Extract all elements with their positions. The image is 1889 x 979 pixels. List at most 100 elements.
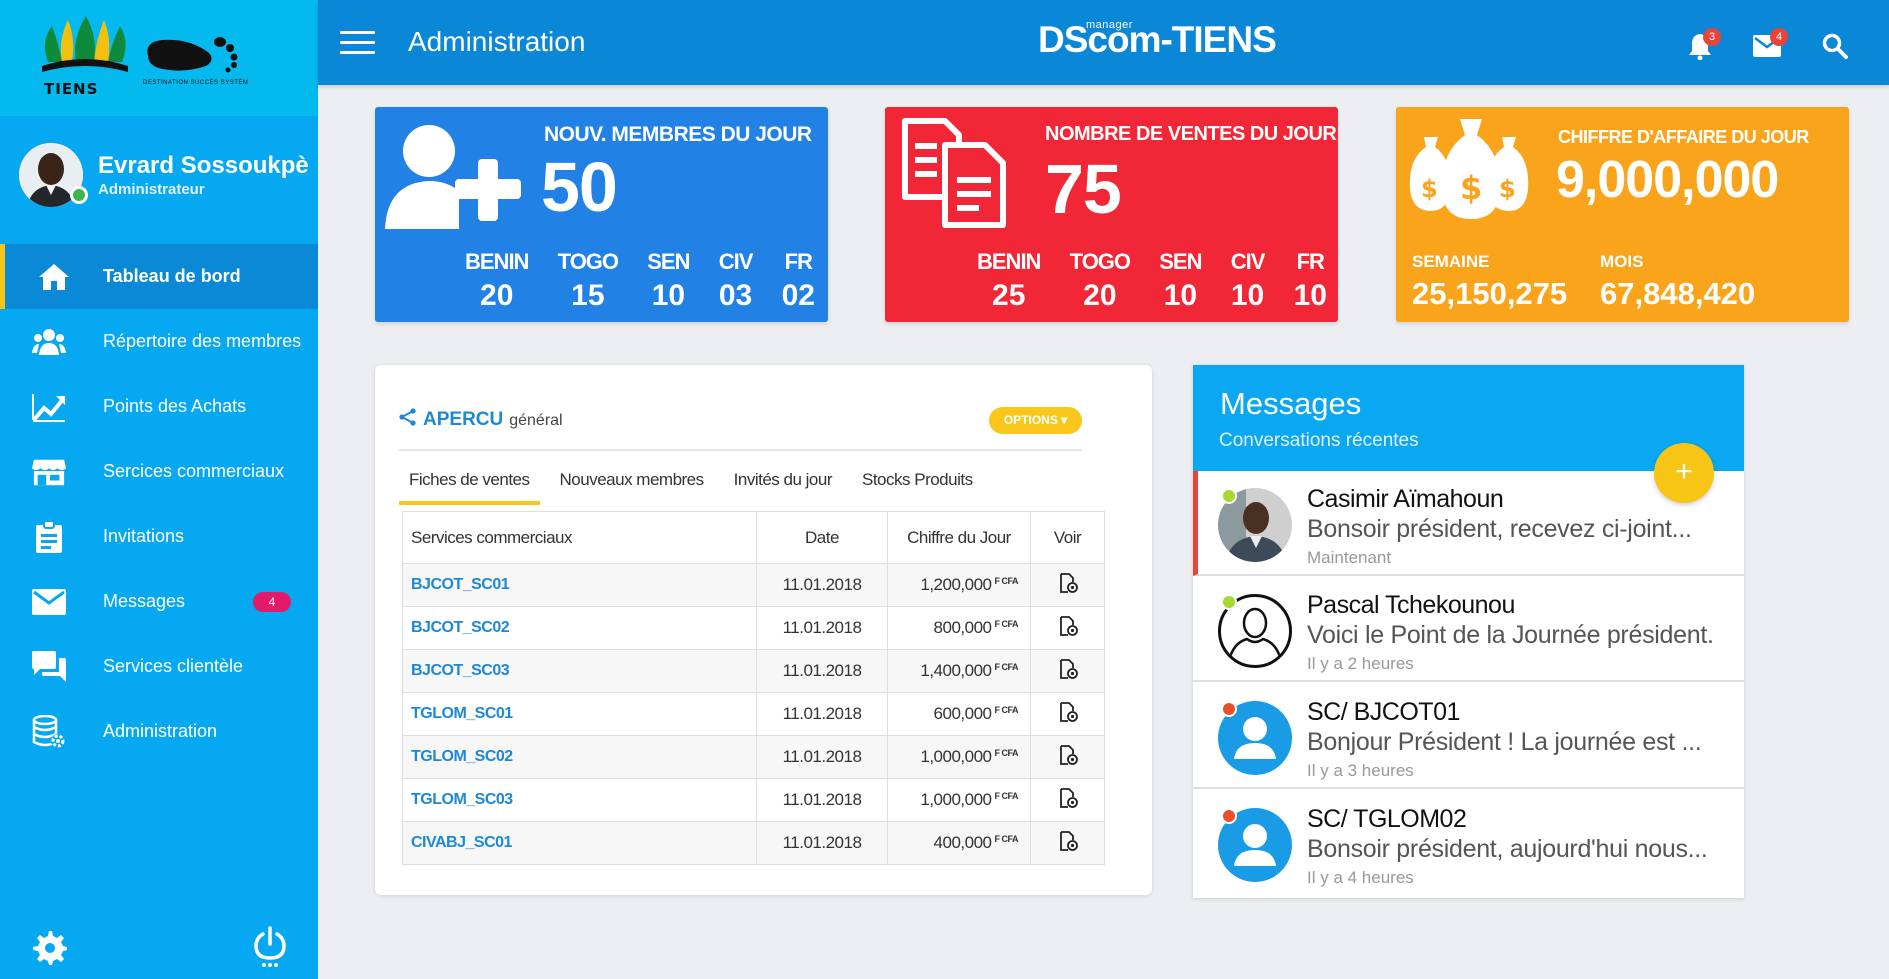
amount-cell: 800,000 F CFA [887,606,1031,650]
share-icon [399,408,416,426]
app-brand: DScom-TIENS [1038,19,1277,60]
message-time: Il y a 4 heures [1307,868,1414,887]
amount-cell: 600,000 F CFA [887,692,1031,736]
database-gear-icon [32,714,66,749]
column-header: Services commerciaux [402,511,757,564]
date-cell: 11.01.2018 [756,735,888,779]
sidebar-item-label: Tableau de bord [103,266,241,286]
tab-stocks-produits[interactable]: Stocks Produits [852,465,983,505]
card-value: 50 [541,148,618,226]
menu-hamburger-icon[interactable] [340,31,375,55]
sidebar-item-tableau-de-bord[interactable]: Tableau de bord [0,244,318,309]
sidebar-item-administration[interactable]: Administration [0,699,318,764]
amount-cell: 1,000,000 F CFA [887,735,1031,779]
sidebar-item-messages[interactable]: Messages 4 [0,569,318,634]
notifications-count-badge: 3 [1703,28,1721,46]
tab-nouveaux-membres[interactable]: Nouveaux membres [550,465,714,505]
view-document-icon[interactable] [1057,615,1079,637]
table-row: TGLOM_SC02 11.01.2018 1,000,000 F CFA [402,735,1105,779]
overview-subtitle: général [509,412,563,429]
status-dot [1221,701,1237,717]
currency-label: F CFA [994,791,1019,801]
view-cell [1030,735,1105,779]
message-item[interactable]: SC/ TGLOM02 Bonsoir président, aujourd'h… [1193,791,1744,896]
column-header: Date [756,511,888,564]
view-document-icon[interactable] [1057,658,1079,680]
card-title: NOUV. MEMBRES DU JOUR [544,123,812,146]
service-code-link[interactable]: TGLOM_SC03 [402,778,757,822]
options-button[interactable]: OPTIONS ▾ [989,407,1082,434]
service-code-link[interactable]: BJCOT_SC02 [402,606,757,650]
table-header-row: Services commerciaux Date Chiffre du Jou… [402,511,1105,564]
country-breakdown: BENIN 20 TOGO 15 SEN 10 CIV 03 FR 02 [465,249,815,313]
top-header: Administration DScom-TIENS manager 3 4 [318,0,1889,85]
card-title: NOMBRE DE VENTES DU JOUR [1045,123,1337,145]
settings-gear-icon[interactable] [32,930,68,971]
sidebar-item-label: Messages [103,591,186,611]
messages-count-badge: 4 [253,591,291,612]
currency-label: F CFA [994,705,1019,715]
sidebar-item-label: Sercices commerciaux [103,461,285,481]
sidebar-item-invitations[interactable]: Invitations [0,504,318,569]
sales-table: Services commerciaux Date Chiffre du Jou… [402,511,1105,865]
currency-label: F CFA [994,576,1019,586]
view-document-icon[interactable] [1057,572,1079,594]
amount-cell: 1,000,000 F CFA [887,778,1031,822]
chart-line-icon [32,390,66,424]
power-icon[interactable] [254,926,286,973]
service-code-link[interactable]: BJCOT_SC01 [402,563,757,607]
user-name: Evrard Sossoukpè [98,152,309,179]
new-message-button[interactable]: + [1654,443,1714,503]
documents-icon [902,118,1006,228]
service-code-link[interactable]: TGLOM_SC02 [402,735,757,779]
message-preview: Voici le Point de la Journée président. [1307,621,1714,649]
logo-area: TIENS DESTINATION SUCCÈS SYSTÈM [0,0,318,116]
sidebar-item-label: Points des Achats [103,396,247,416]
message-sender: SC/ BJCOT01 [1307,698,1460,726]
view-cell [1030,649,1105,693]
message-item[interactable]: Pascal Tchekounou Voici le Point de la J… [1193,577,1744,682]
view-document-icon[interactable] [1057,701,1079,723]
sidebar-item-repertoire-membres[interactable]: Répertoire des membres [0,309,318,374]
overview-panel: APERCU général OPTIONS ▾ Fiches de ventes… [375,365,1152,895]
tab-fiches-ventes[interactable]: Fiches de ventes [399,465,540,505]
message-sender: Casimir Aïmahoun [1307,485,1504,513]
view-document-icon[interactable] [1057,744,1079,766]
tab-invites-jour[interactable]: Invités du jour [724,465,842,505]
message-preview: Bonjour Président ! La journée est ... [1307,728,1702,756]
date-cell: 11.01.2018 [756,606,888,650]
service-code-link[interactable]: CIVABJ_SC01 [402,821,757,865]
country-stat: FR 10 [1293,249,1327,312]
country-stat: SEN 10 [1159,249,1202,312]
add-user-icon [385,125,521,229]
message-time: Maintenant [1307,548,1392,567]
page-title: Administration [408,26,586,57]
message-preview: Bonsoir président, recevez ci-joint... [1307,515,1692,543]
user-role: Administrateur [98,181,205,198]
amount-cell: 1,200,000 F CFA [887,563,1031,607]
view-document-icon[interactable] [1057,830,1079,852]
date-cell: 11.01.2018 [756,778,888,822]
card-value: 75 [1045,150,1122,228]
currency-label: F CFA [994,619,1019,629]
service-code-link[interactable]: TGLOM_SC01 [402,692,757,736]
currency-label: F CFA [994,834,1019,844]
search-icon[interactable] [1820,31,1850,61]
message-item[interactable]: SC/ BJCOT01 Bonjour Président ! La journ… [1193,684,1744,789]
currency-label: F CFA [994,748,1019,758]
sidebar-item-points-achats[interactable]: Points des Achats [0,374,318,439]
foot-tagline: DESTINATION SUCCÈS SYSTÈM [143,80,249,86]
sidebar-item-services-commerciaux[interactable]: Sercices commerciaux [0,439,318,504]
service-code-link[interactable]: BJCOT_SC03 [402,649,757,693]
column-header: Chiffre du Jour [887,511,1031,564]
country-stat: TOGO 20 [1069,249,1131,312]
sidebar-item-services-clientele[interactable]: Services clientèle [0,634,318,699]
currency-label: F CFA [994,662,1019,672]
view-cell [1030,821,1105,865]
mail-icon [32,585,66,619]
amount-cell: 400,000 F CFA [887,821,1031,865]
view-document-icon[interactable] [1057,787,1079,809]
footprint-logo-icon [147,37,238,73]
date-cell: 11.01.2018 [756,649,888,693]
messages-panel: Messages Conversations récentes Casimir … [1193,365,1744,898]
